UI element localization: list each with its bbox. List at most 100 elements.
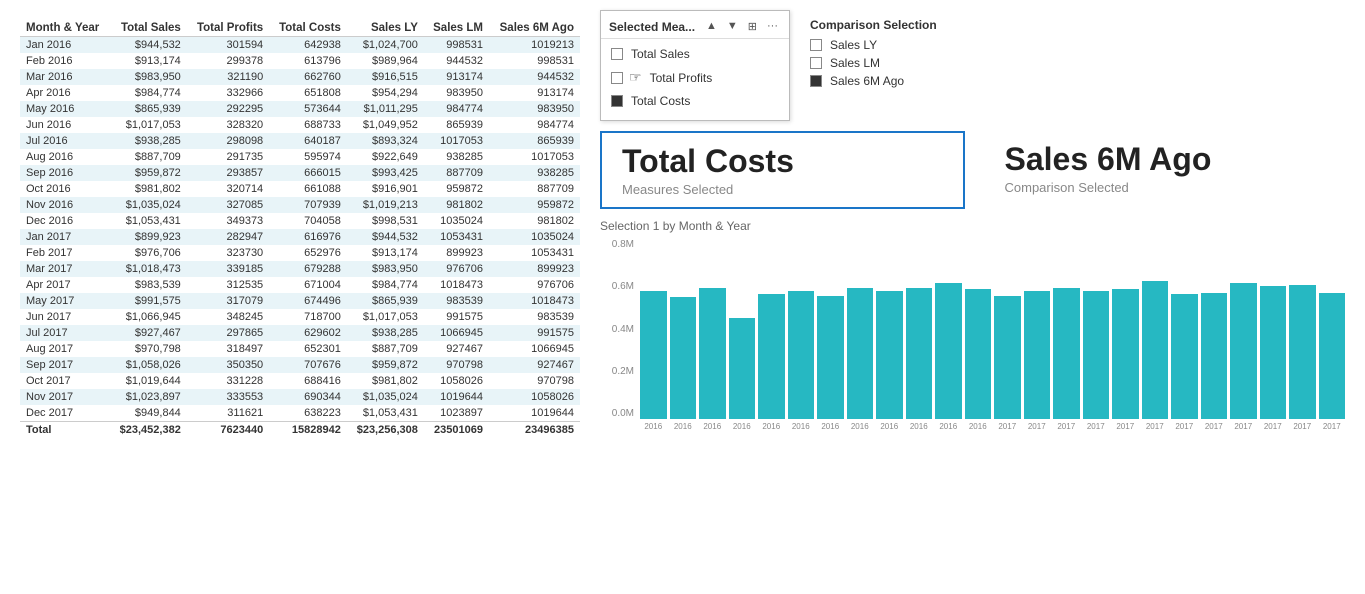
table-cell: $981,802: [110, 181, 187, 197]
table-cell: $865,939: [347, 293, 424, 309]
table-cell: $970,798: [110, 341, 187, 357]
y-axis-label: 0.8M: [612, 239, 634, 250]
table-cell: 998531: [424, 37, 489, 54]
table-cell: Jul 2016: [20, 133, 110, 149]
comparison-checkbox[interactable]: [810, 57, 822, 69]
more-options-icon[interactable]: ···: [764, 19, 781, 34]
dropdown-item[interactable]: ☞Total Profits: [601, 65, 789, 90]
table-cell: 913174: [424, 69, 489, 85]
dropdown-item[interactable]: Total Costs: [601, 90, 789, 112]
table-cell: Jun 2017: [20, 309, 110, 325]
table-cell: $1,058,026: [110, 357, 187, 373]
sort-desc-icon[interactable]: ▼: [724, 19, 741, 34]
table-cell: 662760: [269, 69, 347, 85]
table-cell: 707939: [269, 197, 347, 213]
table-cell: $949,844: [110, 405, 187, 422]
table-cell: 629602: [269, 325, 347, 341]
dropdown-icons[interactable]: ▲ ▼ ⊞ ···: [703, 19, 781, 34]
kpi-selected-title: Total Costs: [622, 143, 943, 180]
x-axis-label: 2016: [847, 422, 874, 431]
table-cell: $959,872: [347, 357, 424, 373]
y-axis-label: 0.6M: [612, 281, 634, 292]
comparison-item-label: Sales LY: [830, 38, 877, 52]
kpi-card-selected[interactable]: Total Costs Measures Selected: [600, 131, 965, 209]
x-axis-label: 2016: [699, 422, 726, 431]
table-cell: $1,049,952: [347, 117, 424, 133]
table-cell: $983,539: [110, 277, 187, 293]
table-cell: 671004: [269, 277, 347, 293]
grid-icon[interactable]: ⊞: [745, 19, 760, 34]
table-cell: Sep 2017: [20, 357, 110, 373]
table-cell: 331228: [187, 373, 269, 389]
kpi-card-comparison[interactable]: Sales 6M Ago Comparison Selected: [985, 131, 1346, 205]
table-cell: 983950: [489, 101, 580, 117]
table-header-cell: Total Costs: [269, 20, 347, 37]
table-cell: 317079: [187, 293, 269, 309]
measure-dropdown[interactable]: Selected Mea... ▲ ▼ ⊞ ··· Total Sales☞To…: [600, 10, 790, 121]
table-row: Sep 2017$1,058,026350350707676$959,87297…: [20, 357, 580, 373]
table-row: Jun 2017$1,066,945348245718700$1,017,053…: [20, 309, 580, 325]
table-cell: 707676: [269, 357, 347, 373]
comparison-item[interactable]: Sales LM: [810, 56, 937, 70]
chart-bar: [935, 283, 962, 419]
table-total-cell: 23496385: [489, 422, 580, 439]
table-cell: $981,802: [347, 373, 424, 389]
comparison-checkbox[interactable]: [810, 75, 822, 87]
dropdown-item-checkbox[interactable]: [611, 48, 623, 60]
table-cell: 970798: [424, 357, 489, 373]
table-cell: 282947: [187, 229, 269, 245]
comparison-item[interactable]: Sales 6M Ago: [810, 74, 937, 88]
table-cell: 573644: [269, 101, 347, 117]
chart-bar: [1112, 289, 1139, 419]
table-cell: Jul 2017: [20, 325, 110, 341]
table-cell: 292295: [187, 101, 269, 117]
chart-bar: [1201, 293, 1228, 419]
table-cell: 976706: [424, 261, 489, 277]
x-axis-label: 2016: [965, 422, 992, 431]
table-cell: Feb 2017: [20, 245, 110, 261]
chart-bar: [729, 318, 756, 419]
chart-bar: [758, 294, 785, 419]
table-row: Mar 2016$983,950321190662760$916,5159131…: [20, 69, 580, 85]
table-cell: 1018473: [489, 293, 580, 309]
table-row: Dec 2016$1,053,431349373704058$998,53110…: [20, 213, 580, 229]
table-cell: Mar 2016: [20, 69, 110, 85]
table-cell: 1053431: [489, 245, 580, 261]
cursor-icon: ☞: [629, 69, 642, 86]
comparison-selection-panel: Comparison Selection Sales LY Sales LM Sal…: [810, 10, 937, 100]
table-cell: 991575: [489, 325, 580, 341]
x-axis-label: 2016: [788, 422, 815, 431]
table-cell: 983539: [489, 309, 580, 325]
table-cell: $865,939: [110, 101, 187, 117]
comparison-item[interactable]: Sales LY: [810, 38, 937, 52]
table-cell: $1,024,700: [347, 37, 424, 54]
table-cell: Mar 2017: [20, 261, 110, 277]
dropdown-item-checkbox[interactable]: [611, 95, 623, 107]
table-header-cell: Sales LY: [347, 20, 424, 37]
x-axis-label: 2016: [935, 422, 962, 431]
table-cell: $1,035,024: [110, 197, 187, 213]
table-cell: 983950: [424, 85, 489, 101]
table-cell: Dec 2016: [20, 213, 110, 229]
kpi-selected-subtitle: Measures Selected: [622, 182, 943, 197]
table-row: Oct 2016$981,802320714661088$916,9019598…: [20, 181, 580, 197]
table-cell: 1019644: [424, 389, 489, 405]
dropdown-item[interactable]: Total Sales: [601, 43, 789, 65]
table-cell: $983,950: [347, 261, 424, 277]
x-axis-label: 2016: [817, 422, 844, 431]
table-cell: Dec 2017: [20, 405, 110, 422]
table-cell: Feb 2016: [20, 53, 110, 69]
table-cell: $983,950: [110, 69, 187, 85]
kpi-comparison-title: Sales 6M Ago: [1005, 141, 1326, 178]
table-cell: 981802: [489, 213, 580, 229]
right-section: Selected Mea... ▲ ▼ ⊞ ··· Total Sales☞To…: [590, 0, 1365, 594]
sort-asc-icon[interactable]: ▲: [703, 19, 720, 34]
comparison-title: Comparison Selection: [810, 18, 937, 32]
table-cell: 1019213: [489, 37, 580, 54]
table-header-cell: Total Sales: [110, 20, 187, 37]
comparison-checkbox[interactable]: [810, 39, 822, 51]
table-cell: 927467: [489, 357, 580, 373]
table-cell: Jan 2017: [20, 229, 110, 245]
dropdown-item-checkbox[interactable]: [611, 72, 623, 84]
table-cell: 1017053: [489, 149, 580, 165]
